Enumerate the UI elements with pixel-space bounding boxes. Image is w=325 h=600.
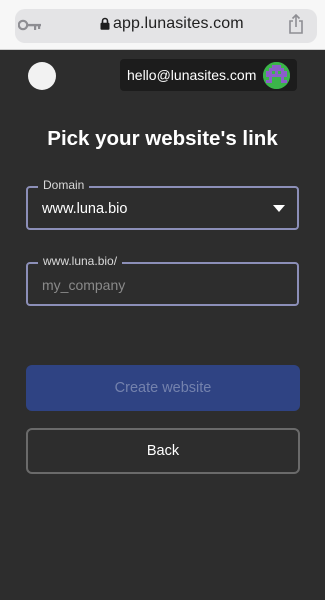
domain-select[interactable]: Domain www.luna.bio (26, 178, 299, 230)
domain-selected-value: www.luna.bio (42, 201, 128, 217)
path-input[interactable] (42, 275, 282, 295)
pixel-avatar-icon[interactable] (263, 62, 290, 89)
path-label: www.luna.bio/ (38, 254, 123, 268)
lock-icon (100, 17, 110, 30)
account-email: hello@lunasites.com (127, 67, 257, 83)
page-content: hello@lunasites.com Pick your website's … (0, 50, 325, 600)
share-icon[interactable] (288, 14, 304, 34)
back-button[interactable]: Back (26, 428, 300, 474)
key-icon[interactable] (18, 18, 42, 32)
create-website-button[interactable]: Create website (26, 365, 300, 411)
dropdown-arrow-icon[interactable] (273, 205, 285, 212)
domain-label: Domain (38, 178, 90, 192)
url-text[interactable]: app.lunasites.com (113, 15, 244, 33)
account-chip[interactable]: hello@lunasites.com (120, 59, 297, 91)
path-field[interactable]: www.luna.bio/ (26, 254, 299, 306)
browser-toolbar: app.lunasites.com (0, 0, 325, 50)
menu-avatar-button[interactable] (28, 62, 56, 90)
page-title: Pick your website's link (47, 127, 278, 150)
